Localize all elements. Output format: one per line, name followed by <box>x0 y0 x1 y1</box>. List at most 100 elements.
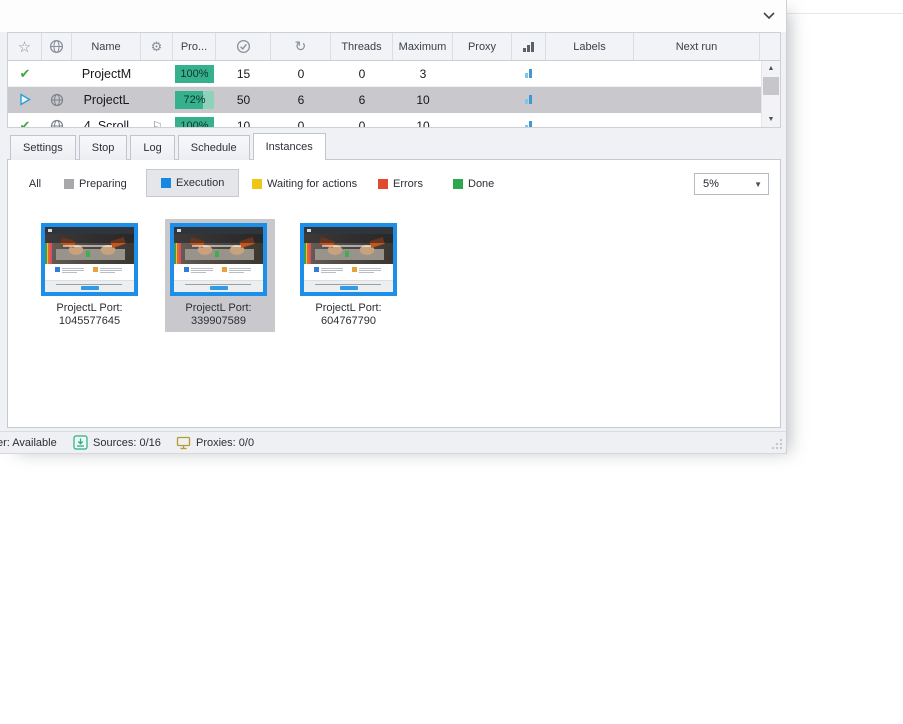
filter-all[interactable]: All <box>20 173 50 195</box>
column-success[interactable] <box>216 33 271 60</box>
thumb-navbar <box>174 227 263 234</box>
tab-instances[interactable]: Instances <box>253 133 326 160</box>
proxies-status: Proxies: 0/0 <box>176 432 254 453</box>
errors-color-icon <box>378 179 388 189</box>
threads-count: 0 <box>331 61 393 86</box>
browser-globe-icon <box>50 119 64 128</box>
thumb-features <box>304 264 393 280</box>
resize-grip[interactable] <box>771 438 783 450</box>
thumb-button <box>210 286 228 290</box>
project-name: ProjectL <box>72 87 141 112</box>
filter-done[interactable]: Done <box>453 173 494 195</box>
flag-icon: ⚐ <box>152 119 163 128</box>
table-row-projectm[interactable]: ✔ ProjectM 100% 15 0 0 3 <box>8 61 761 87</box>
filter-waiting-for-actions[interactable]: Waiting for actions <box>252 173 357 195</box>
column-favorite[interactable]: ☆ <box>8 33 42 60</box>
proxies-monitor-icon <box>176 436 191 450</box>
thumb-features <box>174 264 263 280</box>
filter-execution[interactable]: Execution <box>146 169 239 197</box>
globe-icon <box>49 39 64 54</box>
column-browser[interactable] <box>42 33 72 60</box>
instance-caption: ProjectL Port: 1045577645 <box>36 302 143 327</box>
preparing-color-icon <box>64 179 74 189</box>
project-name: 4. Scroll <box>72 113 141 127</box>
threads-count: 6 <box>331 87 393 112</box>
filter-label: Waiting for actions <box>267 178 357 190</box>
success-count: 15 <box>216 61 271 86</box>
filter-label: Done <box>468 178 494 190</box>
thumb-button <box>81 286 99 290</box>
window-top-strip <box>0 0 786 32</box>
play-icon <box>19 93 31 106</box>
gear-icon: ⚙ <box>151 39 163 55</box>
thumb-navbar <box>45 227 134 234</box>
thumb-footer <box>174 280 263 292</box>
done-color-icon <box>453 179 463 189</box>
done-check-icon: ✔ <box>20 66 31 82</box>
row-stats-icon[interactable] <box>525 68 534 79</box>
maximum-count: 10 <box>393 87 453 112</box>
background-window-edge <box>786 13 903 14</box>
column-settings[interactable]: ⚙ <box>141 33 173 60</box>
vertical-scrollbar[interactable]: ▲ ▼ <box>761 61 780 127</box>
instances-panel: All Preparing Execution Waiting for acti… <box>7 159 781 428</box>
column-name[interactable]: Name <box>72 33 141 60</box>
column-stats[interactable] <box>512 33 546 60</box>
column-proxy[interactable]: Proxy <box>453 33 512 60</box>
column-spacer <box>760 33 779 60</box>
filter-label: All <box>29 178 41 190</box>
dropdown-arrow-icon: ▼ <box>754 180 762 189</box>
column-threads[interactable]: Threads <box>331 33 393 60</box>
scroll-up-icon[interactable]: ▲ <box>762 61 780 76</box>
success-count: 50 <box>216 87 271 112</box>
bottom-tab-bar: Settings Stop Log Schedule Instances <box>10 133 329 160</box>
projects-table-body: ✔ ProjectM 100% 15 0 0 3 <box>8 61 780 127</box>
instance-caption: ProjectL Port: 339907589 <box>165 302 272 327</box>
table-row-projectl[interactable]: ProjectL 72% 50 6 6 10 <box>8 87 761 113</box>
maximum-count: 10 <box>393 113 453 127</box>
progress-badge: 72% <box>175 91 214 109</box>
availability-status: er: Available <box>0 432 57 453</box>
row-stats-icon[interactable] <box>525 120 534 127</box>
project-name: ProjectM <box>72 61 141 86</box>
instance-thumbnail[interactable] <box>41 223 138 296</box>
collapse-chevron-icon[interactable] <box>758 6 780 24</box>
status-bar: er: Available Sources: 0/16 Proxies: 0/0 <box>0 431 786 453</box>
instance-thumbnail[interactable] <box>300 223 397 296</box>
bar-chart-icon <box>522 41 535 53</box>
thumb-footer <box>304 280 393 292</box>
table-row-scroll[interactable]: ✔ 4. Scroll ⚐ 100% 10 0 0 10 <box>8 113 761 127</box>
projects-table: ☆ Name ⚙ Pro... ↻ Threads Maximum Proxy … <box>7 32 781 128</box>
waiting-color-icon <box>252 179 262 189</box>
column-next-run[interactable]: Next run <box>634 33 760 60</box>
filter-label: Preparing <box>79 178 127 190</box>
scrollbar-thumb[interactable] <box>763 77 779 95</box>
column-maximum[interactable]: Maximum <box>393 33 453 60</box>
retries-count: 0 <box>271 61 331 86</box>
thumb-features <box>45 264 134 280</box>
filter-label: Errors <box>393 178 423 190</box>
zoom-value: 5% <box>703 178 719 190</box>
maximum-count: 3 <box>393 61 453 86</box>
instance-caption: ProjectL Port: 604767790 <box>295 302 402 327</box>
progress-badge: 100% <box>175 65 214 83</box>
star-icon: ☆ <box>18 38 31 56</box>
tab-settings[interactable]: Settings <box>10 135 76 160</box>
column-labels[interactable]: Labels <box>546 33 634 60</box>
instance-thumbnail[interactable] <box>170 223 267 296</box>
column-progress[interactable]: Pro... <box>173 33 216 60</box>
row-stats-icon[interactable] <box>525 94 534 105</box>
tab-schedule[interactable]: Schedule <box>178 135 250 160</box>
tab-stop[interactable]: Stop <box>79 135 128 160</box>
execution-color-icon <box>161 178 171 188</box>
progress-badge: 100% <box>175 117 214 128</box>
thumbnail-zoom-select[interactable]: 5% ▼ <box>694 173 769 195</box>
app-window: ☆ Name ⚙ Pro... ↻ Threads Maximum Proxy … <box>0 0 787 454</box>
filter-errors[interactable]: Errors <box>378 173 423 195</box>
filter-preparing[interactable]: Preparing <box>64 173 127 195</box>
check-circle-icon <box>236 39 251 54</box>
column-retries[interactable]: ↻ <box>271 33 331 60</box>
retries-count: 0 <box>271 113 331 127</box>
tab-log[interactable]: Log <box>130 135 174 160</box>
scroll-down-icon[interactable]: ▼ <box>762 112 780 127</box>
